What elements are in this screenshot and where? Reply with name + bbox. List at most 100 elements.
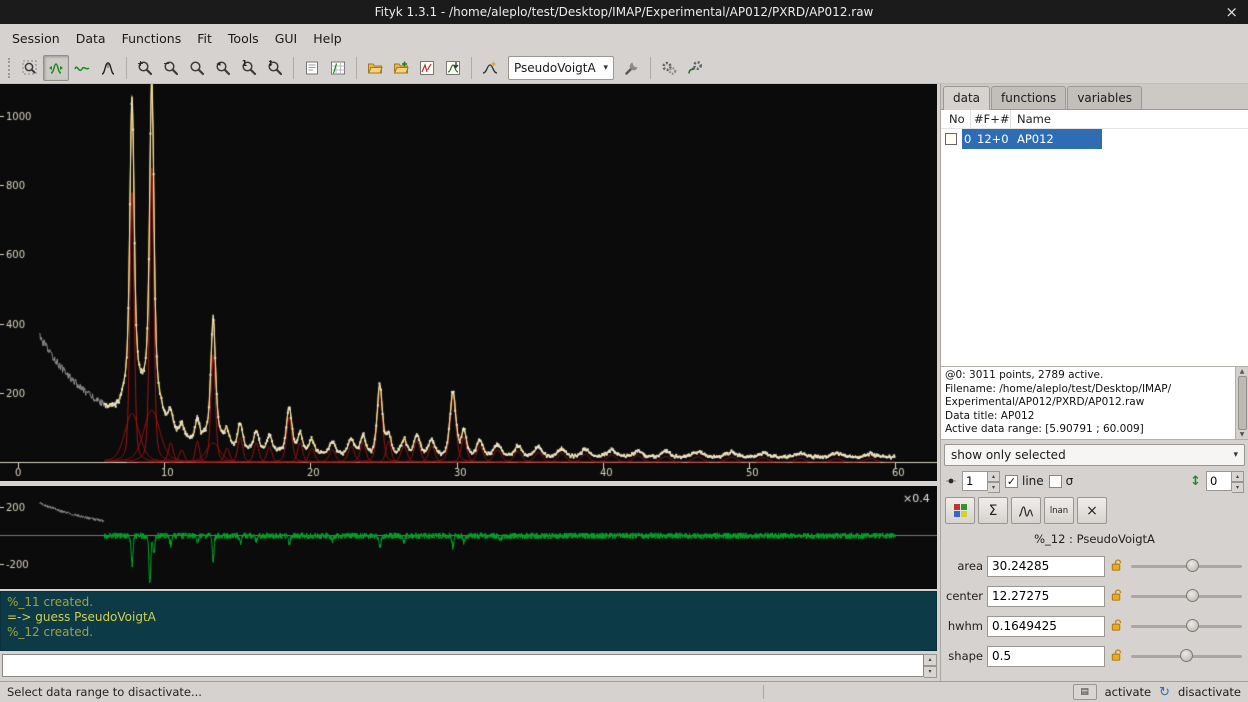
export-data-button[interactable] — [440, 55, 466, 81]
menu-fit[interactable]: Fit — [189, 26, 220, 51]
spin-up-icon[interactable]: ▴ — [1232, 471, 1244, 482]
spin-down-icon[interactable]: ▾ — [988, 482, 1000, 493]
run-fit-button[interactable] — [656, 55, 682, 81]
peaks2-icon — [1018, 503, 1034, 519]
dataset-row-selection[interactable]: 0 12+0 AP012 — [962, 129, 1102, 149]
fit-method-button[interactable] — [619, 55, 645, 81]
shift-input[interactable] — [1206, 471, 1232, 491]
parameter-value-area[interactable] — [987, 556, 1105, 577]
parameter-slider-shape[interactable] — [1129, 646, 1244, 666]
dataset-row[interactable]: 0 12+0 AP012 — [941, 129, 1248, 149]
close-icon[interactable]: × — [1225, 2, 1238, 22]
menu-gui[interactable]: GUI — [267, 26, 306, 51]
checkbox-checked-icon[interactable]: ✓ — [1005, 475, 1018, 488]
column-functions: #F+# — [971, 110, 1011, 128]
tab-variables[interactable]: variables — [1067, 86, 1142, 109]
spin-down-icon[interactable]: ▾ — [1232, 482, 1244, 493]
functions-plot-button[interactable] — [1011, 497, 1041, 524]
command-input[interactable] — [2, 654, 924, 677]
slider-thumb[interactable] — [1186, 589, 1199, 602]
open-data-button[interactable] — [362, 55, 388, 81]
console-line-2: %_12 created. — [7, 625, 930, 640]
line-checkbox[interactable]: ✓line — [1005, 474, 1044, 488]
sum-button[interactable]: Σ — [978, 497, 1008, 524]
history-down-icon[interactable]: ▾ — [924, 666, 937, 678]
menu-session[interactable]: Session — [4, 26, 68, 51]
dataset-functions-count: 12+0 — [977, 132, 1017, 146]
slider-thumb[interactable] — [1180, 649, 1193, 662]
main-plot-canvas[interactable] — [0, 84, 937, 481]
scrollbar-thumb[interactable] — [1238, 376, 1247, 430]
add-peak-mode-button[interactable] — [95, 55, 121, 81]
undo-fit-button[interactable] — [682, 55, 708, 81]
toolbar-handle[interactable] — [8, 58, 12, 78]
command-input-row: ▴▾ — [0, 651, 937, 681]
swap-mode-icon[interactable]: ↻ — [1159, 685, 1170, 700]
lock-open-icon[interactable] — [1109, 558, 1125, 574]
command-history-spinner[interactable]: ▴▾ — [924, 654, 937, 677]
shift-spinner[interactable]: ▴▾ — [1206, 471, 1244, 491]
shift-updown-icon[interactable]: ↕ — [1190, 474, 1201, 489]
status-mouse-hint-button[interactable]: ▤ — [1073, 684, 1097, 700]
tab-data[interactable]: data — [943, 86, 990, 110]
aux-plot-canvas[interactable] — [0, 486, 937, 589]
history-up-icon[interactable]: ▴ — [924, 654, 937, 666]
data-list-header: No #F+# Name — [941, 110, 1248, 129]
script-editor-button[interactable] — [299, 55, 325, 81]
parameter-slider-center[interactable] — [1129, 586, 1244, 606]
menu-functions[interactable]: Functions — [114, 26, 190, 51]
chartsave-icon — [445, 60, 461, 76]
sigma-checkbox[interactable]: σ — [1049, 474, 1074, 488]
zoom-mode-button[interactable] — [17, 55, 43, 81]
dataset-colors-button[interactable] — [945, 497, 975, 524]
parameter-value-hwhm[interactable] — [987, 616, 1105, 637]
zoom-previous-button[interactable]: ◂ — [210, 55, 236, 81]
dataset-info-text: @0: 3011 points, 2789 active. Filename: … — [941, 367, 1235, 439]
tab-functions[interactable]: functions — [991, 86, 1066, 109]
data-list: No #F+# Name 0 12+0 AP012 — [941, 110, 1248, 367]
data-edit-button[interactable] — [414, 55, 440, 81]
info-scrollbar[interactable]: ▲▼ — [1235, 367, 1248, 439]
menu-data[interactable]: Data — [68, 26, 114, 51]
zoom-out-button[interactable]: − — [158, 55, 184, 81]
output-console[interactable]: %_11 created.=-> guess PseudoVoigtA%_12 … — [0, 591, 937, 651]
dataset-color-checkbox[interactable] — [945, 133, 957, 145]
scroll-up-icon[interactable]: ▲ — [1240, 368, 1245, 375]
parameter-row-shape: shape — [945, 641, 1244, 671]
data-table-button[interactable] — [325, 55, 351, 81]
data-range-mode-button[interactable] — [43, 55, 69, 81]
nan-button[interactable]: lnan — [1044, 497, 1074, 524]
zoom-all-button[interactable] — [184, 55, 210, 81]
point-size-input[interactable] — [962, 471, 988, 491]
scroll-down-icon[interactable]: ▼ — [1240, 431, 1245, 438]
zoom-in-button[interactable]: + — [132, 55, 158, 81]
slider-thumb[interactable] — [1186, 559, 1199, 572]
auto-add-peak-button[interactable] — [477, 55, 503, 81]
parameter-value-shape[interactable] — [987, 646, 1105, 667]
zoom-100-button[interactable]: 1 — [236, 55, 262, 81]
doc-icon — [304, 60, 320, 76]
append-data-button[interactable] — [388, 55, 414, 81]
gearundo-icon — [687, 60, 703, 76]
parameter-slider-hwhm[interactable] — [1129, 616, 1244, 636]
titlebar: Fityk 1.3.1 - /home/aleplo/test/Desktop/… — [0, 0, 1248, 24]
parameter-value-center[interactable] — [987, 586, 1105, 607]
parameter-slider-area[interactable] — [1129, 556, 1244, 576]
checkbox-unchecked-icon[interactable] — [1049, 475, 1062, 488]
lock-open-icon[interactable] — [1109, 588, 1125, 604]
menu-help[interactable]: Help — [305, 26, 350, 51]
zoom-vertical-button[interactable]: ↕ — [262, 55, 288, 81]
parameter-row-center: center — [945, 581, 1244, 611]
parameter-name: shape — [945, 649, 983, 663]
delete-button[interactable]: × — [1077, 497, 1107, 524]
lock-open-icon[interactable] — [1109, 618, 1125, 634]
filter-dropdown[interactable]: show only selected ▾ — [944, 444, 1245, 466]
function-type-dropdown[interactable]: PseudoVoigtA▾ — [508, 56, 614, 80]
baseline-mode-button[interactable] — [69, 55, 95, 81]
console-line-1: =-> guess PseudoVoigtA — [7, 610, 930, 625]
lock-open-icon[interactable] — [1109, 648, 1125, 664]
point-size-spinner[interactable]: ▴▾ — [962, 471, 1000, 491]
slider-thumb[interactable] — [1186, 619, 1199, 632]
spin-up-icon[interactable]: ▴ — [988, 471, 1000, 482]
menu-tools[interactable]: Tools — [220, 26, 267, 51]
